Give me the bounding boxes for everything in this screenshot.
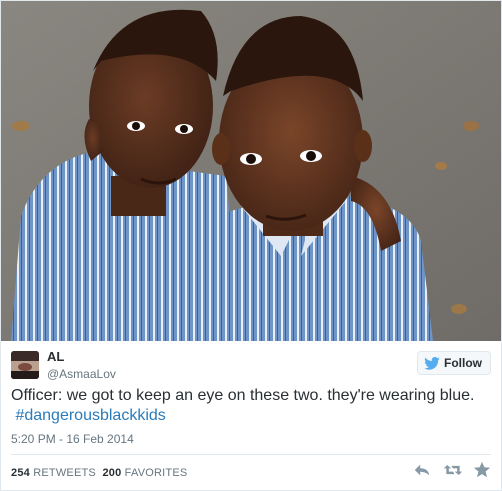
tweet-text: Officer: we got to keep an eye on these … xyxy=(11,386,491,426)
reply-icon[interactable] xyxy=(413,461,431,479)
tweet-stats: 254 RETWEETS 200 FAVORITES xyxy=(11,467,187,479)
tweet-photo[interactable] xyxy=(1,1,501,341)
photo-image xyxy=(1,1,501,341)
user-name[interactable]: AL xyxy=(47,349,64,364)
retweets-count[interactable]: 254 xyxy=(11,467,30,479)
tweet-body: AL @AsmaaLov Follow Officer: we got to k… xyxy=(1,341,501,490)
avatar-image xyxy=(11,351,39,379)
tweet-timestamp[interactable]: 5:20 PM - 16 Feb 2014 xyxy=(11,432,134,446)
retweet-icon[interactable] xyxy=(443,461,463,479)
retweets-label[interactable]: RETWEETS xyxy=(33,467,96,479)
tweet-card: AL @AsmaaLov Follow Officer: we got to k… xyxy=(0,0,502,491)
tweet-text-body: Officer: we got to keep an eye on these … xyxy=(11,387,475,404)
follow-button[interactable]: Follow xyxy=(417,351,491,375)
favorites-label[interactable]: FAVORITES xyxy=(125,467,188,479)
user-handle[interactable]: @AsmaaLov xyxy=(47,367,116,381)
divider xyxy=(11,454,491,455)
follow-label: Follow xyxy=(444,356,482,370)
tweet-actions xyxy=(413,461,491,479)
hashtag-link[interactable]: #dangerousblackkids xyxy=(15,407,165,424)
twitter-bird-icon xyxy=(424,356,440,370)
avatar[interactable] xyxy=(11,351,39,379)
favorites-count[interactable]: 200 xyxy=(102,467,121,479)
star-icon[interactable] xyxy=(473,461,491,479)
